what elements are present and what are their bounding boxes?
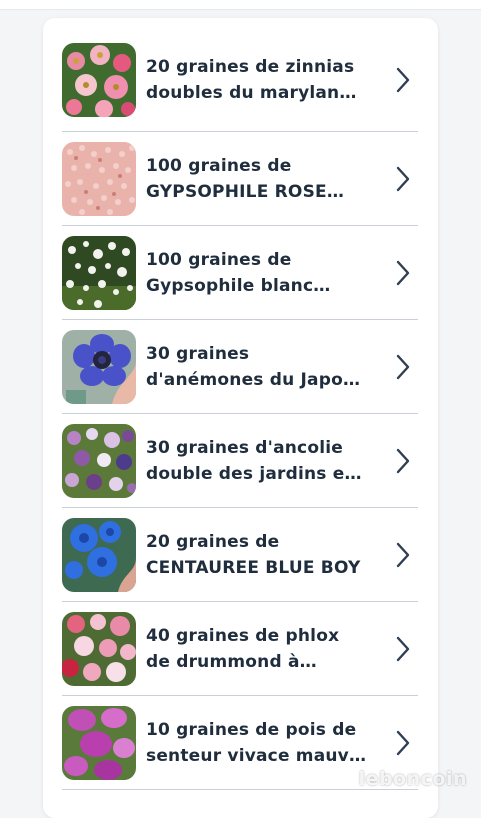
zinnia-thumbnail <box>62 42 136 117</box>
product-list-card: 20 graines de zinnias doubles du marylan… <box>43 18 438 818</box>
chevron-right-icon <box>394 635 412 663</box>
cornflower-thumbnail <box>62 517 136 592</box>
product-list: 20 graines de zinnias doubles du marylan… <box>62 28 418 790</box>
product-title: 10 graines de pois de senteur vivace mau… <box>146 719 361 766</box>
chevron-right-icon <box>394 729 412 757</box>
sweet-pea-thumbnail <box>62 705 136 780</box>
pink-gypsophila-thumbnail <box>62 141 136 216</box>
product-title: 30 graines d'ancolie double des jardins … <box>146 437 357 484</box>
product-title: 100 graines de Gypsophile blanc géante <box>146 249 314 296</box>
columbine-thumbnail <box>62 423 136 498</box>
chevron-right-icon <box>394 165 412 193</box>
list-item[interactable]: 20 graines de CENTAUREE BLUE BOY <box>62 508 418 602</box>
chevron-right-icon <box>394 541 412 569</box>
product-title: 40 graines de phlox de drummond à grande… <box>146 625 340 672</box>
list-item[interactable]: 100 graines de Gypsophile blanc géante <box>62 226 418 320</box>
chevron-right-icon <box>394 259 412 287</box>
phlox-thumbnail <box>62 611 136 686</box>
list-item[interactable]: 20 graines de zinnias doubles du marylan… <box>62 28 418 132</box>
product-title: 100 graines de GYPSOPHILE ROSE ELEGANS <box>146 155 327 202</box>
product-title: 30 graines d'anémones du Japon violette … <box>146 343 356 390</box>
list-item[interactable]: 100 graines de GYPSOPHILE ROSE ELEGANS <box>62 132 418 226</box>
white-gypsophila-thumbnail <box>62 235 136 310</box>
leboncoin-watermark: leboncoin <box>358 768 467 790</box>
list-item[interactable]: 30 graines d'ancolie double des jardins … <box>62 414 418 508</box>
product-title: 20 graines de CENTAUREE BLUE BOY <box>146 531 361 578</box>
list-item[interactable]: 40 graines de phlox de drummond à grande… <box>62 602 418 696</box>
chevron-right-icon <box>394 353 412 381</box>
chevron-right-icon <box>394 447 412 475</box>
anemone-thumbnail <box>62 329 136 404</box>
chevron-right-icon <box>394 66 412 94</box>
list-item[interactable]: 30 graines d'anémones du Japon violette … <box>62 320 418 414</box>
product-title: 20 graines de zinnias doubles du marylan… <box>146 56 355 103</box>
top-bar-edge <box>0 0 481 10</box>
